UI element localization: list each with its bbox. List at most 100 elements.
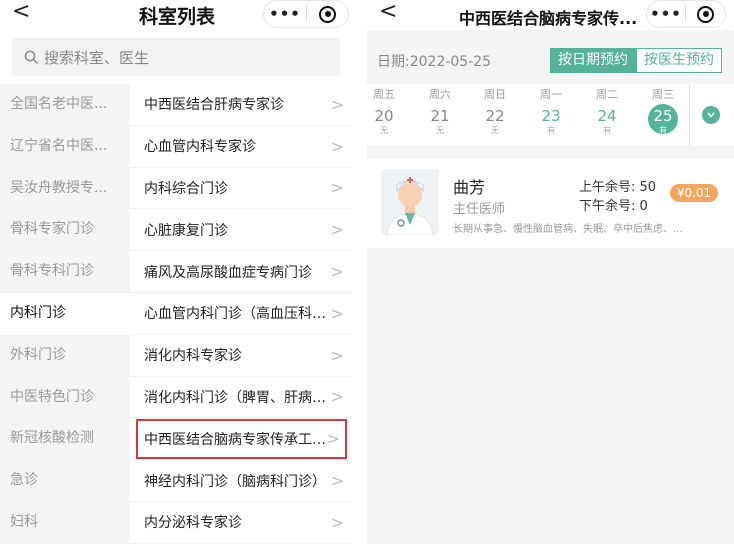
category-item[interactable]: 急诊 (0, 460, 130, 502)
book-by-date-button[interactable]: 按日期预约 (550, 48, 636, 73)
category-item[interactable]: 全国名老中医... (0, 84, 130, 126)
weekday-label: 周三 (652, 88, 674, 101)
chevron-right-icon: > (330, 471, 344, 491)
date-number: 23 (541, 107, 561, 125)
right-nav-bar: < 中西医结合脑病专家传... ••• (367, 0, 734, 30)
weekday-label: 周六 (429, 88, 451, 101)
availability-label: 有 (659, 126, 667, 135)
chevron-right-icon: > (330, 220, 344, 240)
day-option[interactable]: 周三 25 有 (645, 88, 681, 135)
booking-mode-toggle: 按日期预约 按医生预约 (550, 48, 722, 73)
day-option[interactable]: 周一 23 有 (533, 88, 569, 135)
more-icon[interactable]: ••• (647, 5, 685, 23)
afternoon-slots: 下午余号: 0 (579, 199, 648, 214)
price-badge: ¥0.01 (670, 184, 718, 202)
department-label: 神经内科门诊（脑病科门诊） (144, 473, 326, 490)
availability-label: 无 (491, 126, 499, 135)
department-item[interactable]: 痛风及高尿酸血症专病门诊 > (130, 251, 352, 293)
chevron-right-icon: > (326, 429, 340, 449)
chevron-down-icon[interactable] (702, 106, 720, 124)
category-item[interactable]: 骨科专家门诊 (0, 209, 130, 251)
search-input[interactable]: 搜索科室、医生 (12, 38, 340, 76)
department-label: 心血管内科专家诊 (144, 139, 256, 156)
chevron-right-icon: > (330, 345, 344, 365)
chevron-right-icon: > (330, 178, 344, 198)
chevron-right-icon: > (330, 94, 344, 114)
department-item[interactable]: 内科综合门诊 > (130, 168, 352, 210)
mini-program-capsule: ••• (646, 0, 726, 28)
close-target-icon[interactable] (307, 5, 348, 23)
day-option[interactable]: 周六 21 无 (422, 88, 458, 135)
category-item[interactable]: 骨科专科门诊 (0, 251, 130, 293)
department-item[interactable]: 心脏康复门诊 > (130, 209, 352, 252)
weekday-label: 周五 (373, 88, 395, 101)
department-label: 心脏康复门诊 (144, 222, 228, 239)
search-icon (24, 50, 38, 64)
back-icon[interactable]: < (379, 0, 397, 24)
department-label: 中西医结合肝病专家诊 (144, 97, 284, 114)
department-label: 内科综合门诊 (144, 180, 228, 197)
department-label: 消化内科门诊（脾胃、肝病… (144, 389, 326, 406)
category-item[interactable]: 内科门诊 (0, 292, 130, 335)
department-label: 消化内科专家诊 (144, 348, 242, 365)
weekday-label: 周日 (484, 88, 506, 101)
category-sidebar: 全国名老中医... 辽宁省名中医... 吴汝舟教授专... 骨科专家门诊 骨科专科门诊内… (0, 84, 130, 544)
department-label: 内分泌科专家诊 (144, 515, 242, 532)
chevron-right-icon: > (330, 512, 344, 532)
weekday-label: 周一 (540, 88, 562, 101)
category-item[interactable]: 辽宁省名中医... (0, 126, 130, 168)
category-item[interactable]: 吴汝舟教授专... (0, 168, 130, 210)
category-item[interactable]: 妇科 (0, 502, 130, 544)
category-item[interactable]: 新冠核酸检测 (0, 418, 130, 460)
department-label: 中西医结合脑病专家传承工… (144, 431, 326, 448)
date-number: 24 (597, 107, 617, 125)
day-option[interactable]: 周日 22 无 (477, 88, 513, 135)
page-title: 中西医结合脑病专家传... (459, 9, 638, 28)
date-number: 22 (485, 107, 505, 125)
chevron-right-icon: > (330, 387, 344, 407)
page-title: 科室列表 (139, 6, 216, 28)
department-item[interactable]: 消化内科门诊（脾胃、肝病… > (130, 377, 352, 419)
department-item[interactable]: 消化内科专家诊 > (130, 335, 352, 377)
doctor-name: 曲芳 (453, 178, 486, 197)
morning-slots: 上午余号: 50 (579, 180, 657, 195)
more-icon[interactable]: ••• (264, 5, 306, 23)
department-item[interactable]: 中西医结合脑病专家传承工… > (135, 418, 348, 461)
appointment-screen: < 中西医结合脑病专家传... ••• 日期:2022-05-25 按日期预约 … (367, 0, 734, 544)
book-by-doctor-button[interactable]: 按医生预约 (636, 48, 722, 73)
department-item[interactable]: 神经内科门诊（脑病科门诊） > (130, 460, 352, 502)
category-item[interactable]: 中医特色门诊 (0, 377, 130, 419)
category-item[interactable]: 外科门诊 (0, 335, 130, 377)
availability-label: 无 (380, 126, 388, 135)
department-item[interactable]: 心血管内科专家诊 > (130, 126, 352, 168)
search-placeholder: 搜索科室、医生 (44, 48, 150, 67)
doctor-card[interactable]: 曲芳 主任医师 上午余号: 50 下午余号: 0 ¥0.01 长期从事急、慢性脑… (367, 158, 734, 248)
mini-program-capsule: ••• (263, 0, 349, 28)
doctor-description: 长期从事急、慢性脑血管病、失眠、卒中后焦虑、... (453, 224, 683, 235)
back-icon[interactable]: < (12, 0, 30, 24)
day-option[interactable]: 周五 20 无 (367, 88, 402, 135)
department-item[interactable]: 心血管内科门诊（高血压科… > (130, 293, 352, 335)
availability-label: 有 (547, 126, 555, 135)
chevron-right-icon: > (330, 136, 344, 156)
selected-day-circle: 25 有 (648, 104, 678, 135)
department-list: 中西医结合肝病专家诊 > 心血管内科专家诊 > 内科综合门诊 > 心脏康复门诊 > 痛风及高尿酸… (130, 84, 352, 544)
department-list-screen: < 科室列表 ••• 搜索科室、医生 全国名老中医... 辽宁省名中医... 吴汝舟… (0, 0, 352, 544)
close-target-icon[interactable] (686, 5, 725, 23)
week-divider (689, 84, 690, 146)
date-number: 25 (653, 107, 673, 125)
doctor-avatar (381, 169, 439, 235)
date-number: 21 (430, 107, 450, 125)
availability-label: 无 (436, 126, 444, 135)
department-label: 痛风及高尿酸血症专病门诊 (144, 264, 312, 281)
chevron-right-icon: > (330, 303, 344, 323)
date-bar: 日期:2022-05-25 按日期预约 按医生预约 (367, 40, 734, 82)
screen-divider (352, 0, 367, 544)
doctor-title: 主任医师 (453, 202, 506, 217)
day-option[interactable]: 周二 24 有 (589, 88, 625, 135)
availability-label: 有 (603, 126, 611, 135)
department-item[interactable]: 内分泌科专家诊 > (130, 502, 352, 544)
date-number: 20 (374, 107, 394, 125)
department-item[interactable]: 中西医结合肝病专家诊 > (130, 84, 352, 126)
week-selector: 周五 20 无周六 21 无周日 22 无周一 23 有周二 24 有周三 25 有 (367, 84, 734, 146)
